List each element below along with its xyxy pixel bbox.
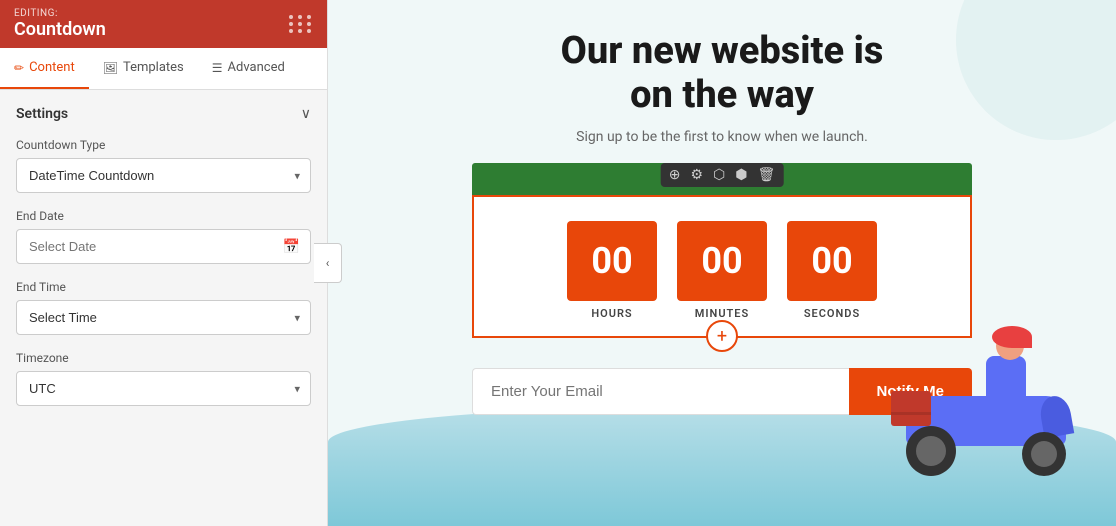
widget-toolbar: ⊕ ⚙ ⬡ ⬢ 🗑 — [661, 163, 784, 187]
hero-title-line2: on the way — [630, 73, 814, 117]
tab-content[interactable]: ✏ Content — [0, 48, 89, 89]
settings-icon[interactable]: ⚙ — [690, 167, 703, 183]
add-element-button[interactable]: + — [706, 320, 738, 352]
advanced-tab-icon: ☰ — [212, 61, 223, 75]
chevron-down-icon[interactable]: ∨ — [301, 106, 311, 122]
tabs-row: ✏ Content 🖼 Templates ☰ Advanced — [0, 48, 327, 90]
content-tab-icon: ✏ — [14, 61, 24, 75]
minutes-box: 00 MINUTES — [677, 221, 767, 320]
end-date-field: End Date 📅 — [16, 209, 311, 264]
hours-box: 00 HOURS — [567, 221, 657, 320]
hero-title-line1: Our new website is — [561, 29, 884, 73]
move-icon[interactable]: ⊕ — [669, 167, 681, 183]
countdown-type-label: Countdown Type — [16, 138, 311, 152]
end-date-input-wrapper: 📅 — [16, 229, 311, 264]
left-panel: EDITING: Countdown ✏ Content 🖼 Templates… — [0, 0, 328, 526]
hero-title: Our new website is on the way — [561, 30, 884, 117]
calendar-icon[interactable]: 📅 — [283, 239, 310, 255]
collapse-panel-button[interactable]: ‹ — [314, 243, 342, 283]
countdown-type-select-wrapper: DateTime CountdownEvergreen Countdown ▾ — [16, 158, 311, 193]
editing-title: Countdown — [14, 19, 106, 40]
hours-number: 00 — [567, 221, 657, 301]
end-time-label: End Time — [16, 280, 311, 294]
panel-body: Settings ∨ Countdown Type DateTime Count… — [0, 90, 327, 526]
timezone-field: Timezone UTCESTPSTGMT ▾ — [16, 351, 311, 406]
templates-tab-icon: 🖼 — [103, 61, 118, 75]
editing-header: EDITING: Countdown — [0, 0, 327, 48]
countdown-type-select[interactable]: DateTime CountdownEvergreen Countdown — [17, 159, 310, 192]
right-content: Our new website is on the way Sign up to… — [328, 0, 1116, 526]
minutes-number: 00 — [677, 221, 767, 301]
hero-subtitle: Sign up to be the first to know when we … — [576, 129, 868, 145]
tab-content-label: Content — [29, 60, 75, 75]
seconds-number: 00 — [787, 221, 877, 301]
settings-section-header: Settings ∨ — [16, 106, 311, 122]
duplicate-icon[interactable]: ⬡ — [713, 167, 725, 183]
delete-icon[interactable]: 🗑 — [757, 167, 775, 183]
hours-label: HOURS — [591, 307, 632, 320]
progress-bar-container: Progr... ⊕ ⚙ ⬡ ⬢ 🗑 00 HOURS 00 MINUTES — [472, 163, 972, 338]
timezone-select-wrapper: UTCESTPSTGMT ▾ — [16, 371, 311, 406]
end-time-select[interactable]: Select Time — [17, 301, 310, 334]
settings-title: Settings — [16, 106, 68, 122]
seconds-box: 00 SECONDS — [787, 221, 877, 320]
scooter-illustration — [866, 316, 1086, 496]
end-time-field: End Time Select Time ▾ — [16, 280, 311, 335]
timezone-label: Timezone — [16, 351, 311, 365]
editing-info: EDITING: Countdown — [14, 8, 106, 40]
email-input[interactable] — [472, 368, 849, 415]
countdown-boxes: 00 HOURS 00 MINUTES 00 SECONDS — [494, 221, 950, 320]
end-date-input[interactable] — [17, 230, 283, 263]
editing-label: EDITING: — [14, 8, 106, 19]
tab-templates-label: Templates — [123, 60, 184, 75]
countdown-type-field: Countdown Type DateTime CountdownEvergre… — [16, 138, 311, 193]
end-date-label: End Date — [16, 209, 311, 223]
tab-advanced[interactable]: ☰ Advanced — [198, 48, 299, 89]
tab-advanced-label: Advanced — [228, 60, 285, 75]
copy-icon[interactable]: ⬢ — [735, 167, 747, 183]
timezone-select[interactable]: UTCESTPSTGMT — [17, 372, 310, 405]
dots-grid-icon[interactable] — [289, 15, 313, 33]
minutes-label: MINUTES — [695, 307, 749, 320]
deco-circle — [956, 0, 1116, 140]
end-time-select-wrapper: Select Time ▾ — [16, 300, 311, 335]
tab-templates[interactable]: 🖼 Templates — [89, 48, 198, 89]
seconds-label: SECONDS — [804, 307, 860, 320]
